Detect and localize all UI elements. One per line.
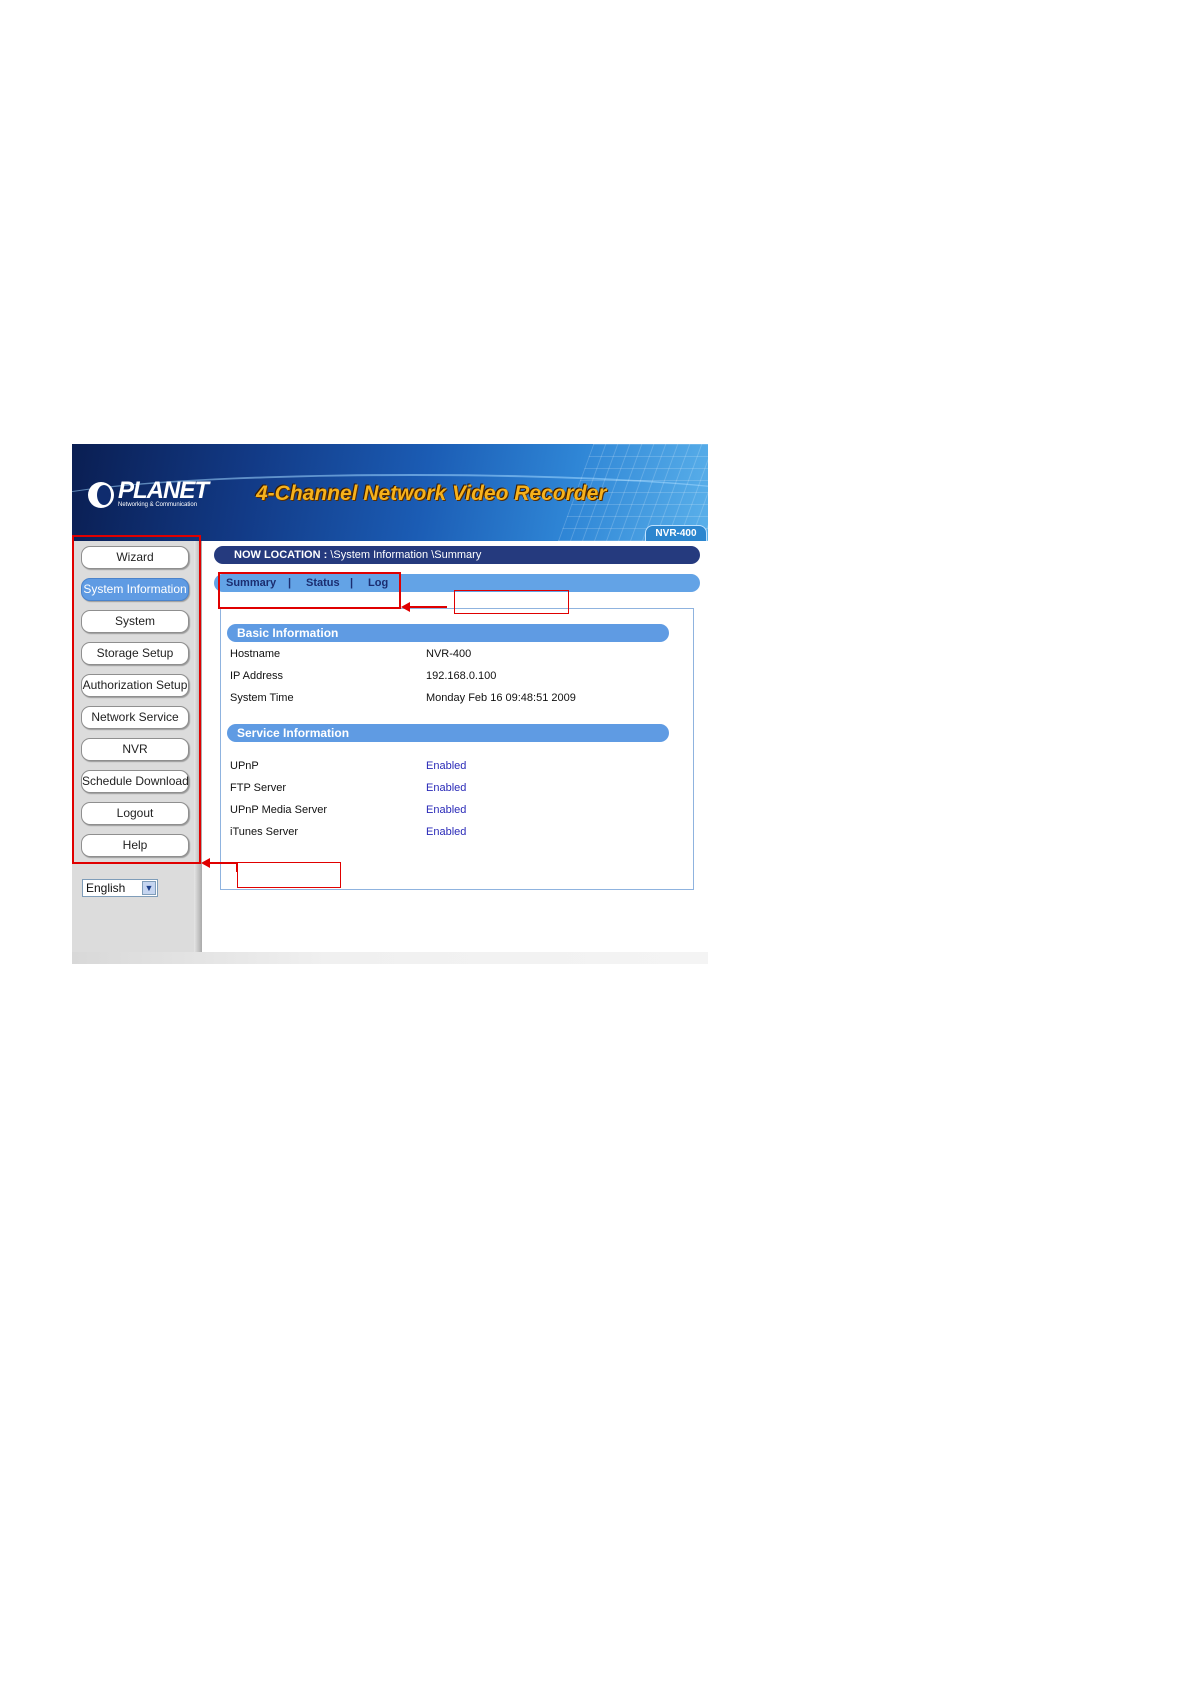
service-label: iTunes Server xyxy=(230,826,299,838)
sidebar-highlight-box xyxy=(72,535,201,864)
info-value: Monday Feb 16 09:48:51 2009 xyxy=(426,692,576,704)
service-row-upnp: UPnP Enabled xyxy=(230,759,670,773)
location-breadcrumb: NOW LOCATION : \System Information \Summ… xyxy=(214,546,700,564)
service-status: Enabled xyxy=(426,782,467,794)
service-row-ftp-server: FTP Server Enabled xyxy=(230,781,670,795)
service-row-itunes-server: iTunes Server Enabled xyxy=(230,825,670,839)
product-title: 4-Channel Network Video Recorder xyxy=(256,482,607,505)
summary-panel: Basic Information Hostname NVR-400 IP Ad… xyxy=(220,608,694,890)
chevron-down-icon[interactable]: ▼ xyxy=(142,881,156,895)
tabs-callout-box xyxy=(454,590,569,614)
service-label: UPnP xyxy=(230,760,259,772)
info-row-hostname: Hostname NVR-400 xyxy=(230,647,670,661)
tabs-highlight-box xyxy=(218,572,401,609)
info-label: Hostname xyxy=(230,648,281,660)
planet-logo-icon xyxy=(88,481,114,508)
language-select[interactable]: English ▼ xyxy=(82,879,158,897)
footer-strip xyxy=(72,952,708,964)
arrow-line xyxy=(409,606,447,608)
service-status: Enabled xyxy=(426,826,467,838)
service-status: Enabled xyxy=(426,804,467,816)
logo-tagline: Networking & Communication xyxy=(118,502,198,508)
logo-name: PLANET xyxy=(118,477,209,504)
language-select-value: English xyxy=(86,881,126,895)
sidebar-callout-box xyxy=(237,862,341,888)
info-value: NVR-400 xyxy=(426,648,472,660)
service-row-upnp-media-server: UPnP Media Server Enabled xyxy=(230,803,670,817)
service-status: Enabled xyxy=(426,760,467,772)
brand-logo: PLANET Networking & Communication xyxy=(88,477,209,509)
basic-information-heading: Basic Information xyxy=(227,624,669,642)
info-row-ip-address: IP Address 192.168.0.100 xyxy=(230,669,670,683)
model-badge: NVR-400 xyxy=(645,525,707,541)
service-information-heading: Service Information xyxy=(227,724,669,742)
info-value: 192.168.0.100 xyxy=(426,670,497,682)
location-prefix: NOW LOCATION : xyxy=(234,549,328,561)
info-label: System Time xyxy=(230,692,294,704)
service-label: UPnP Media Server xyxy=(230,804,328,816)
location-path: \System Information \Summary xyxy=(327,549,482,561)
service-label: FTP Server xyxy=(230,782,287,794)
info-row-system-time: System Time Monday Feb 16 09:48:51 2009 xyxy=(230,691,670,705)
info-label: IP Address xyxy=(230,670,283,682)
header-banner: PLANET Networking & Communication 4-Chan… xyxy=(72,444,708,541)
arrow-line xyxy=(209,862,237,864)
